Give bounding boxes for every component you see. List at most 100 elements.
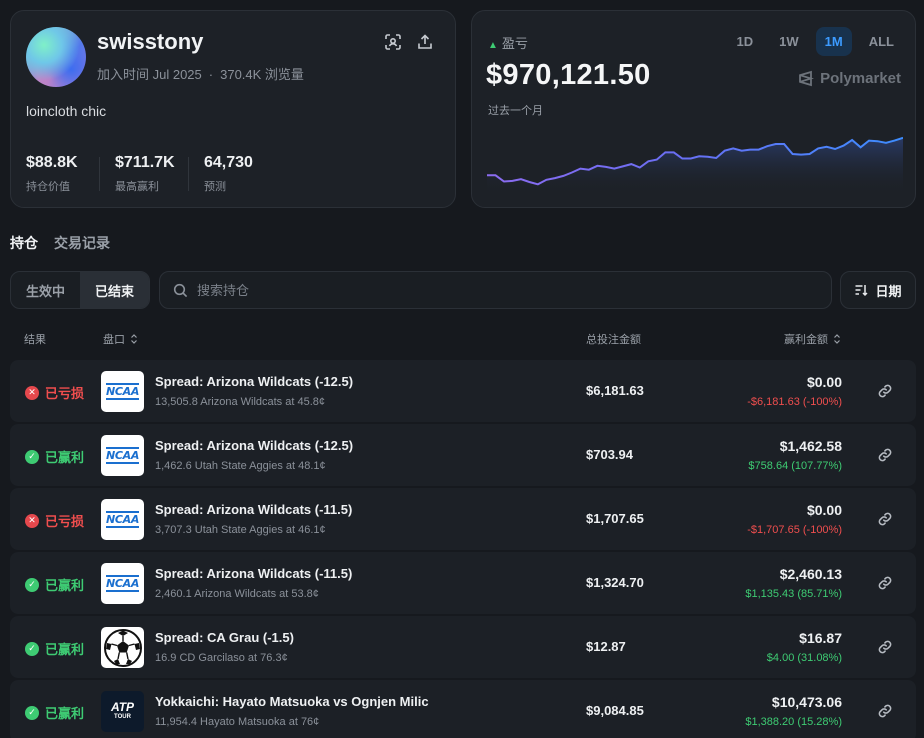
sort-updown-icon (131, 334, 137, 344)
separator-dot: · (208, 67, 214, 82)
range-1m[interactable]: 1M (815, 27, 852, 56)
link-icon[interactable] (877, 575, 893, 591)
result-label: 已赢利 (45, 578, 85, 593)
pnl-chart (487, 136, 903, 195)
pnl-label-text: 盈亏 (501, 36, 528, 51)
payout-change: $758.64 (107.77%) (748, 460, 842, 472)
payout-amount: $0.00 (806, 374, 842, 390)
link-icon[interactable] (877, 511, 893, 527)
header-payout[interactable]: 赢利金额 (784, 331, 841, 347)
filter-closed[interactable]: 已结束 (80, 272, 149, 308)
result-badge: ✕ 已亏损 (25, 383, 84, 402)
market-title[interactable]: Yokkaichi: Hayato Matsuoka vs Ognjen Mil… (155, 694, 429, 709)
total-bet: $12.87 (586, 639, 626, 654)
profile-meta: 加入时间 Jul 2025 · 370.4K 浏览量 (97, 64, 304, 83)
header-market[interactable]: 盘口 (103, 331, 138, 347)
range-selector: 1D 1W 1M ALL (728, 27, 903, 56)
table-row[interactable]: ✕ 已亏损 NCAA Spread: Arizona Wildcats (-12… (10, 360, 916, 422)
result-badge: ✓ 已赢利 (25, 447, 84, 466)
payout-amount: $0.00 (806, 502, 842, 518)
x-circle-icon: ✕ (25, 513, 39, 528)
ncaa-logo-text: NCAA (105, 511, 140, 528)
market-subtitle: 2,460.1 Arizona Wildcats at 53.8¢ (155, 588, 319, 600)
total-bet: $9,084.85 (586, 703, 644, 718)
market-title[interactable]: Spread: Arizona Wildcats (-11.5) (155, 502, 352, 517)
stat-value: 64,730 (204, 154, 253, 171)
result-label: 已赢利 (45, 706, 85, 721)
market-subtitle: 1,462.6 Utah State Aggies at 48.1¢ (155, 460, 326, 472)
payout-change: $1,135.43 (85.71%) (745, 588, 842, 600)
pnl-label: ▲ 盈亏 (488, 33, 528, 52)
header-total: 总投注金额 (586, 334, 641, 346)
payout-change: -$6,181.63 (-100%) (747, 396, 842, 408)
search-box (159, 271, 832, 309)
atp-logo-subtext: TOUR (114, 713, 131, 720)
sort-label: 日期 (875, 283, 902, 299)
brand-name: Polymarket (820, 70, 901, 87)
bio: loincloth chic (26, 103, 107, 119)
result-label: 已亏损 (45, 514, 85, 529)
table-row[interactable]: ✓ 已赢利 Spread: CA Grau (-1.5) 16.9 CD Gar… (10, 616, 916, 678)
market-title[interactable]: Spread: Arizona Wildcats (-12.5) (155, 374, 353, 389)
profile-card: swisstony 加入时间 Jul 2025 · 370.4K 浏览量 loinc… (10, 10, 456, 208)
x-circle-icon: ✕ (25, 385, 39, 400)
link-icon[interactable] (877, 447, 893, 463)
check-circle-icon: ✓ (25, 577, 39, 592)
total-bet: $1,324.70 (586, 575, 644, 590)
filter-active[interactable]: 生效中 (11, 272, 80, 308)
payout-amount: $10,473.06 (771, 694, 842, 710)
link-icon[interactable] (877, 703, 893, 719)
atp-logo: ATP TOUR (101, 691, 144, 732)
total-bet: $1,707.65 (586, 511, 644, 526)
link-icon[interactable] (877, 639, 893, 655)
tab-activity[interactable]: 交易记录 (54, 233, 110, 253)
scan-icon[interactable] (384, 33, 402, 51)
market-subtitle: 16.9 CD Garcilaso at 76.3¢ (155, 652, 288, 664)
polymarket-brand: Polymarket (797, 70, 901, 87)
avatar[interactable] (26, 27, 86, 87)
stat-label: 持仓价值 (26, 181, 70, 193)
ncaa-logo-text: NCAA (105, 575, 140, 592)
result-badge: ✕ 已亏损 (25, 511, 84, 530)
ncaa-logo: NCAA (101, 435, 144, 476)
search-input[interactable] (197, 282, 797, 298)
username: swisstony (97, 29, 204, 54)
sort-date-button[interactable]: 日期 (840, 271, 916, 309)
market-title[interactable]: Spread: Arizona Wildcats (-12.5) (155, 438, 353, 453)
market-title[interactable]: Spread: Arizona Wildcats (-11.5) (155, 566, 352, 581)
range-1d[interactable]: 1D (728, 27, 763, 56)
check-circle-icon: ✓ (25, 705, 39, 720)
ncaa-logo-text: NCAA (105, 447, 140, 464)
result-badge: ✓ 已赢利 (25, 703, 84, 722)
market-title[interactable]: Spread: CA Grau (-1.5) (155, 630, 294, 645)
stat-predictions: 64,730 预测 (204, 154, 253, 194)
link-icon[interactable] (877, 383, 893, 399)
header-result: 结果 (24, 334, 46, 346)
total-bet: $6,181.63 (586, 383, 644, 398)
result-badge: ✓ 已赢利 (25, 575, 84, 594)
table-row[interactable]: ✓ 已赢利 ATP TOUR Yokkaichi: Hayato Matsuoka… (10, 680, 916, 738)
market-subtitle: 11,954.4 Hayato Matsuoka at 76¢ (155, 716, 320, 728)
header-payout-label: 赢利金额 (784, 334, 828, 346)
tab-positions[interactable]: 持仓 (10, 233, 38, 253)
view-count: 370.4K 浏览量 (220, 67, 304, 82)
tabs: 持仓 交易记录 (10, 233, 110, 253)
up-triangle-icon: ▲ (488, 40, 498, 51)
table-row[interactable]: ✓ 已赢利 NCAA Spread: Arizona Wildcats (-11… (10, 552, 916, 614)
check-circle-icon: ✓ (25, 641, 39, 656)
pnl-card: ▲ 盈亏 $970,121.50 过去一个月 1D 1W 1M ALL Polym… (471, 10, 916, 208)
search-icon (173, 283, 188, 297)
table-row[interactable]: ✕ 已亏损 NCAA Spread: Arizona Wildcats (-11… (10, 488, 916, 550)
share-icon[interactable] (416, 33, 434, 51)
result-label: 已赢利 (45, 450, 85, 465)
payout-change: $1,388.20 (15.28%) (745, 716, 842, 728)
result-badge: ✓ 已赢利 (25, 639, 84, 658)
table-row[interactable]: ✓ 已赢利 NCAA Spread: Arizona Wildcats (-12… (10, 424, 916, 486)
range-1w[interactable]: 1W (770, 27, 808, 56)
sort-updown-icon (834, 334, 840, 344)
market-subtitle: 3,707.3 Utah State Aggies at 46.1¢ (155, 524, 326, 536)
header-market-label: 盘口 (103, 334, 125, 346)
stat-value: $711.7K (115, 154, 175, 171)
stat-biggest-win: $711.7K 最高赢利 (115, 154, 175, 194)
range-all[interactable]: ALL (860, 27, 903, 56)
